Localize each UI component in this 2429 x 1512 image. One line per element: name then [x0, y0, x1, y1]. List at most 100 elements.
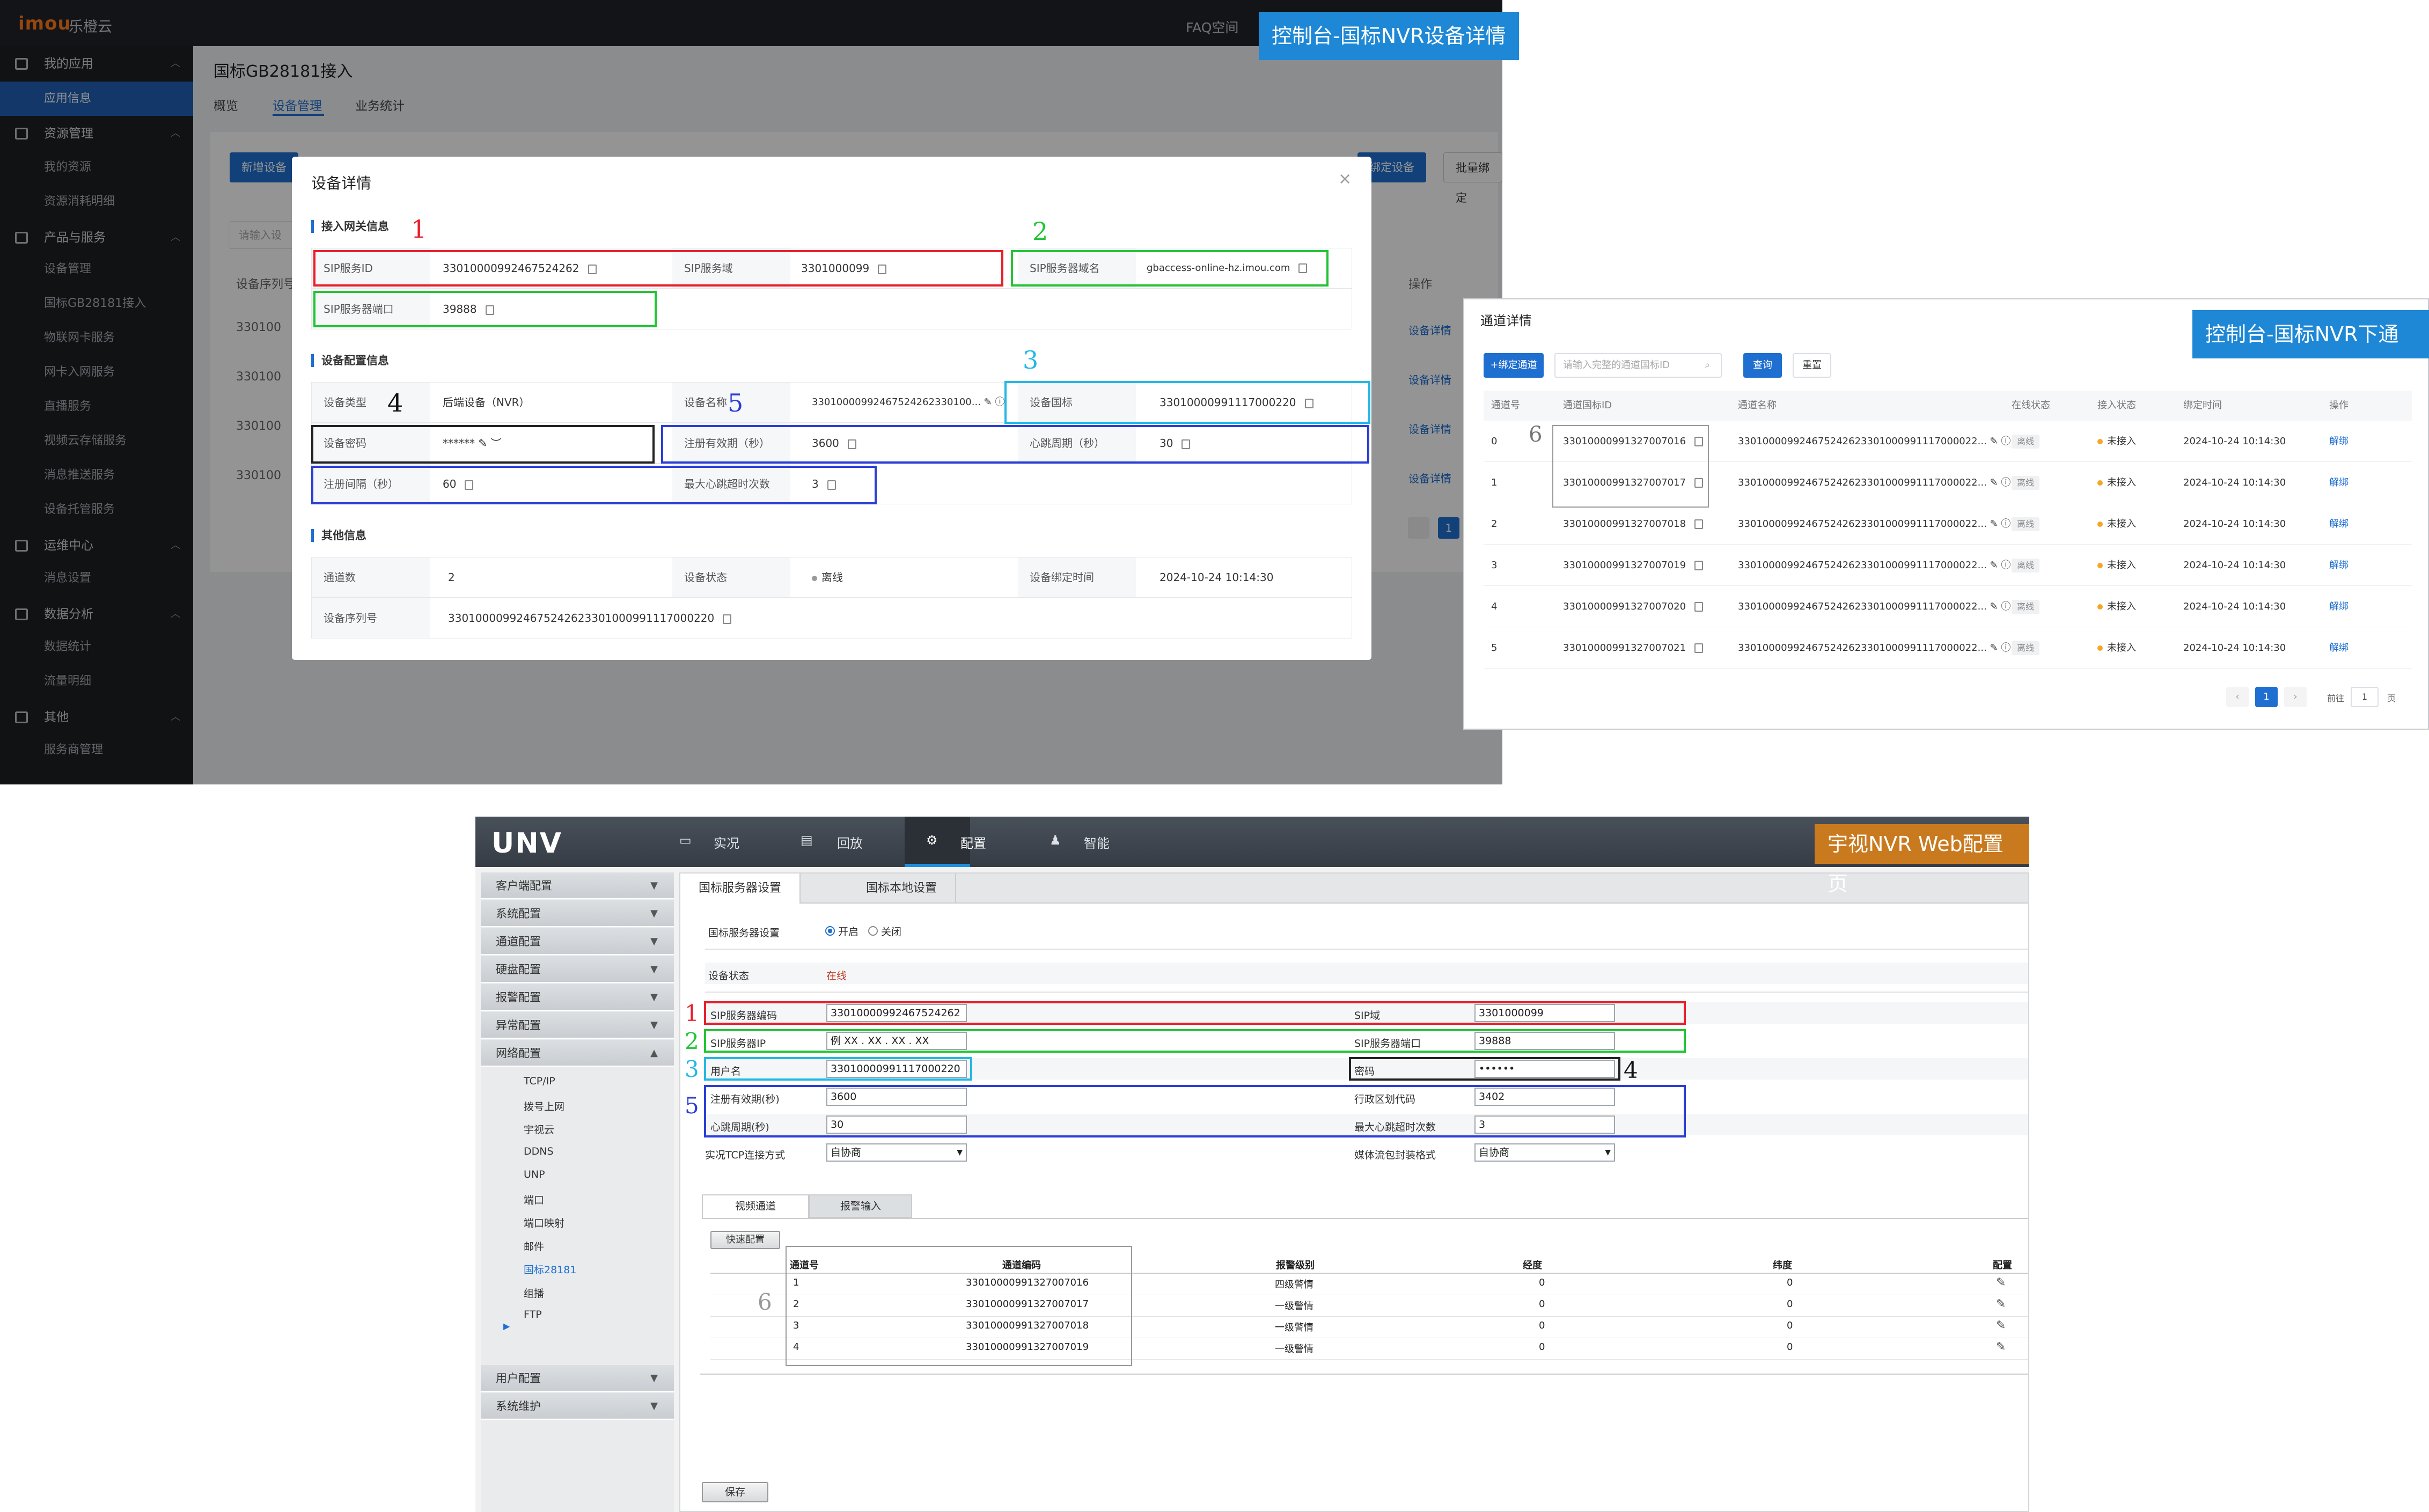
sidebar-item[interactable]: 端口映射	[524, 1215, 564, 1230]
divider	[702, 1218, 2028, 1219]
sidebar-item[interactable]: UNP	[524, 1169, 545, 1180]
edit-icon[interactable]: ✎	[1990, 601, 1998, 612]
tab-gb-local[interactable]: 国标本地设置	[848, 874, 957, 904]
sidebar-group-disk[interactable]: 硬盘配置 ▼	[481, 956, 674, 983]
tcp-select[interactable]: 自协商 ▼	[826, 1143, 967, 1162]
channel-name-cell: 330100009924675242623301000991117000022.…	[1738, 586, 2010, 627]
sidebar-group-label: 系统配置	[496, 907, 541, 920]
query-button[interactable]: 查询	[1743, 353, 1782, 378]
chevron-down-icon: ▼	[650, 936, 658, 947]
access-cell: 未接入	[2097, 545, 2136, 586]
stream-select[interactable]: 自协商 ▼	[1474, 1143, 1615, 1162]
edit-icon[interactable]: ✎	[1990, 642, 1998, 654]
edit-icon[interactable]: ✎	[1990, 560, 1998, 571]
reset-button[interactable]: 重置	[1793, 353, 1831, 378]
sidebar-item[interactable]: 拨号上网	[524, 1099, 564, 1113]
nav-playback[interactable]: 回放	[837, 833, 863, 852]
edit-icon[interactable]: ✎	[1990, 518, 1998, 530]
sidebar-item[interactable]: TCP/IP	[524, 1075, 555, 1087]
page-number-button[interactable]: 1	[2255, 687, 2278, 707]
unbind-link[interactable]: 解绑	[2329, 586, 2349, 627]
sidebar-item[interactable]: 端口	[524, 1192, 544, 1207]
marker-6: 6	[1529, 422, 1543, 447]
edit-icon[interactable]: ✎	[1990, 436, 1998, 447]
sidebar-group-client[interactable]: 客户端配置 ▼	[481, 872, 674, 899]
tab-gb-server[interactable]: 国标服务器设置	[680, 874, 801, 904]
sidebar-group-network[interactable]: 网络配置 ▲	[481, 1040, 674, 1067]
sidebar-group-user[interactable]: 用户配置 ▼	[481, 1365, 674, 1392]
sidebar-item[interactable]: DDNS	[524, 1146, 554, 1157]
caption-console-channel: 控制台-国标NVR下通道详情	[2192, 310, 2429, 394]
marker-1: 1	[411, 215, 427, 244]
sidebar-group-alarm[interactable]: 报警配置 ▼	[481, 984, 674, 1011]
edit-pencil-icon[interactable]: ✎	[1996, 1340, 2006, 1354]
online-cell: 离线	[2012, 503, 2040, 545]
prev-page-button[interactable]: ‹	[2226, 687, 2249, 707]
marker-5: 5	[728, 388, 744, 417]
bind-time-value: 2024-10-24 10:14:30	[1160, 571, 1274, 584]
edit-icon[interactable]: ✎	[1990, 477, 1998, 488]
chevron-down-icon: ▼	[650, 1400, 658, 1412]
copy-icon[interactable]	[1694, 602, 1704, 612]
column-header: 通道国标ID	[1563, 400, 1612, 411]
unbind-link[interactable]: 解绑	[2329, 503, 2349, 545]
sidebar-item[interactable]: 邮件	[524, 1239, 544, 1253]
channel-row: 2 33010000991327007018 3301000099246752426…	[1484, 503, 2412, 545]
edit-icon[interactable]: ✎	[984, 397, 992, 408]
unbind-link[interactable]: 解绑	[2329, 545, 2349, 586]
composite-canvas: imou 乐橙云 FAQ空间 我的应用 ︿ 应用信息 资源管理 ︿ 我的资源 资源消…	[0, 0, 2429, 1512]
subtab-alarm-input[interactable]: 报警输入	[809, 1194, 912, 1218]
status-dot	[2097, 563, 2103, 568]
access-text: 未接入	[2107, 436, 2136, 447]
quick-config-button[interactable]: 快速配置	[710, 1231, 780, 1249]
save-button[interactable]: 保存	[702, 1482, 768, 1502]
edit-pencil-icon[interactable]: ✎	[1996, 1319, 2006, 1332]
search-icon[interactable]: ⌕	[1705, 359, 1710, 371]
sidebar-item[interactable]: 宇视云	[524, 1122, 554, 1136]
nav-config[interactable]: 配置	[960, 833, 986, 852]
bind-time: 2024-10-24 10:14:30	[2183, 436, 2286, 447]
marker-3: 3	[1023, 346, 1039, 375]
bind-time: 2024-10-24 10:14:30	[2183, 642, 2286, 654]
channel-id-text: 33010000991327007018	[1563, 518, 1686, 530]
marker-3: 3	[685, 1056, 699, 1082]
longitude: 0	[1539, 1298, 1545, 1310]
subtab-video-channel[interactable]: 视频通道	[702, 1194, 809, 1218]
longitude: 0	[1539, 1341, 1545, 1353]
device-name-value: 33010000992467524262330100... ✎ ⓘ	[812, 383, 1016, 422]
copy-icon[interactable]	[723, 614, 732, 624]
nav-live[interactable]: 实况	[714, 833, 739, 852]
info-icon: ⓘ	[2001, 560, 2011, 571]
sidebar-item[interactable]: 组播	[524, 1286, 544, 1300]
nav-smart[interactable]: 智能	[1084, 833, 1110, 852]
sidebar-item[interactable]: 国标28181	[524, 1262, 576, 1276]
bind-channel-button[interactable]: +绑定通道	[1484, 353, 1544, 378]
copy-icon[interactable]	[1694, 561, 1704, 570]
sidebar-item[interactable]: FTP	[524, 1309, 542, 1320]
goto-page-input[interactable]: 1	[2351, 687, 2379, 707]
edit-pencil-icon[interactable]: ✎	[1996, 1297, 2006, 1311]
radio-on[interactable]	[825, 926, 835, 936]
radio-off[interactable]	[868, 926, 878, 936]
channels-label: 通道数	[312, 557, 430, 597]
nvr-web-panel: UNV ▭ 实况 ▤ 回放 ⚙ 配置 ♟ 智能 客户端配置 ▼ 系统配置 ▼ 通道配…	[475, 817, 2029, 1512]
sidebar-group-channel[interactable]: 通道配置 ▼	[481, 928, 674, 955]
copy-icon[interactable]	[1694, 643, 1704, 653]
next-page-button[interactable]: ›	[2284, 687, 2307, 707]
sidebar-group-exception[interactable]: 异常配置 ▼	[481, 1012, 674, 1039]
channel-no: 1	[1491, 477, 1498, 488]
copy-icon[interactable]	[1694, 519, 1704, 529]
online-badge: 离线	[2012, 600, 2040, 614]
unbind-link[interactable]: 解绑	[2329, 462, 2349, 503]
channel-name-text: 330100009924675242623301000991117000022.…	[1738, 436, 1987, 447]
unbind-link[interactable]: 解绑	[2329, 627, 2349, 669]
marker-6: 6	[758, 1289, 772, 1315]
unbind-link[interactable]: 解绑	[2329, 421, 2349, 462]
edit-pencil-icon[interactable]: ✎	[1996, 1276, 2006, 1289]
sidebar-group-system[interactable]: 系统配置 ▼	[481, 900, 674, 927]
channel-search-input[interactable]: 请输入完整的通道国标ID	[1554, 353, 1722, 378]
sidebar-group-label: 异常配置	[496, 1019, 541, 1032]
online-badge: 离线	[2012, 435, 2040, 449]
close-icon[interactable]: ×	[1338, 170, 1352, 188]
sidebar-group-maintenance[interactable]: 系统维护 ▼	[481, 1393, 674, 1420]
